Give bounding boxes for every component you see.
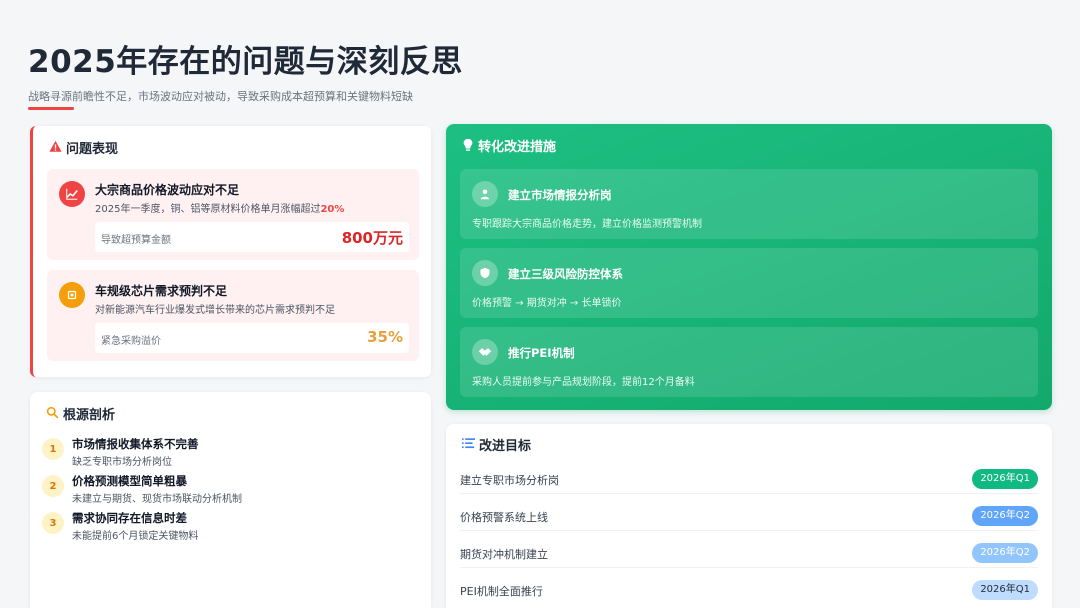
page-subtitle: 战略寻源前瞻性不足，市场波动应对被动，导致采购成本超预算和关键物料短缺 [28,90,413,103]
cause-desc: 未能提前6个月锁定关键物料 [72,531,199,542]
goal-row: PEI机制全面推行 2026年Q1 [460,575,1038,605]
magnifier-icon [46,406,59,425]
goals-card: 改进目标 建立专职市场分析岗 2026年Q1 价格预警系统上线 2026年Q2 … [446,424,1052,608]
cause-desc: 未建立与期货、现货市场联动分析机制 [72,494,242,505]
goal-row: 期货对冲机制建立 2026年Q2 [460,538,1038,568]
goal-label: 期货对冲机制建立 [460,548,548,561]
lightbulb-icon [462,138,474,158]
goals-title-text: 改进目标 [479,439,532,454]
problem-desc: 2025年一季度，铜、铝等原材料价格单月涨幅超过20% [95,200,344,215]
metric-label: 紧急采购溢价 [101,336,161,347]
metric-value: 800万元 [341,229,403,247]
measure-desc: 价格预警 → 期货对冲 → 长单锁价 [472,298,622,309]
problem-title: 大宗商品价格波动应对不足 [95,183,240,197]
cause-title: 市场情报收集体系不完善 [72,437,199,451]
list-icon [462,438,475,456]
chip-icon [59,282,85,308]
problem-desc: 对新能源汽车行业爆发式增长带来的芯片需求预判不足 [95,305,335,316]
problem-item: 车规级芯片需求预判不足 对新能源汽车行业爆发式增长带来的芯片需求预判不足 紧急采… [47,270,419,361]
measure-item: 推行PEI机制 采购人员提前参与产品规划阶段，提前12个月备料 [460,327,1038,397]
page-header: 2025年存在的问题与深刻反思 战略寻源前瞻性不足，市场波动应对被动，导致采购成… [28,40,1048,110]
trend-chart-icon [59,181,85,207]
measure-title: 推行PEI机制 [508,346,575,360]
goals-card-title: 改进目标 [462,438,531,456]
measure-item: 建立市场情报分析岗 专职跟踪大宗商品价格走势，建立价格监测预警机制 [460,169,1038,239]
person-icon [472,181,498,207]
problems-card-title: 问题表现 [49,140,118,159]
goal-badge: 2026年Q1 [972,580,1038,600]
goal-badge: 2026年Q2 [972,543,1038,563]
measures-title-text: 转化改进措施 [478,140,557,155]
measure-item: 建立三级风险防控体系 价格预警 → 期货对冲 → 长单锁价 [460,248,1038,318]
goal-badge: 2026年Q2 [972,506,1038,526]
measures-card: 转化改进措施 建立市场情报分析岗 专职跟踪大宗商品价格走势，建立价格监测预警机制… [446,124,1052,410]
measures-card-title: 转化改进措施 [462,138,556,158]
metric-value: 35% [367,328,403,346]
problems-title-text: 问题表现 [66,141,119,157]
title-underline [28,107,74,110]
measure-title: 建立三级风险防控体系 [508,267,623,281]
cause-number: 1 [42,438,64,460]
goal-badge: 2026年Q1 [972,469,1038,489]
cause-number: 2 [42,475,64,497]
rootcause-card-title: 根源剖析 [46,406,115,425]
measure-desc: 采购人员提前参与产品规划阶段，提前12个月备料 [472,377,695,388]
measure-desc: 专职跟踪大宗商品价格走势，建立价格监测预警机制 [472,219,702,230]
problem-item: 大宗商品价格波动应对不足 2025年一季度，铜、铝等原材料价格单月涨幅超过20%… [47,169,419,260]
metric-label: 导致超预算金额 [101,235,171,246]
handshake-icon [472,339,498,365]
goal-row: 价格预警系统上线 2026年Q2 [460,501,1038,531]
problem-metric: 紧急采购溢价 35% [95,323,409,353]
cause-title: 需求协同存在信息时差 [72,511,187,525]
problem-title: 车规级芯片需求预判不足 [95,284,228,298]
rootcause-title-text: 根源剖析 [63,407,116,423]
goal-label: 价格预警系统上线 [460,511,548,524]
cause-number: 3 [42,512,64,534]
problem-desc-text: 2025年一季度，铜、铝等原材料价格单月涨幅超过 [95,204,321,215]
goal-label: 建立专职市场分析岗 [460,474,559,487]
goal-label: PEI机制全面推行 [460,585,543,598]
problems-card: 问题表现 大宗商品价格波动应对不足 2025年一季度，铜、铝等原材料价格单月涨幅… [30,126,431,377]
shield-icon [472,260,498,286]
cause-desc: 缺乏专职市场分析岗位 [72,457,172,468]
measure-title: 建立市场情报分析岗 [508,188,612,202]
problem-desc-highlight: 20% [320,204,345,215]
cause-title: 价格预测模型简单粗暴 [72,474,187,488]
rootcause-card: 根源剖析 1 市场情报收集体系不完善 缺乏专职市场分析岗位 2 价格预测模型简单… [30,392,431,608]
goal-row: 建立专职市场分析岗 2026年Q1 [460,464,1038,494]
problem-metric: 导致超预算金额 800万元 [95,222,409,252]
page-title: 2025年存在的问题与深刻反思 [28,44,463,80]
warning-icon [49,140,62,159]
